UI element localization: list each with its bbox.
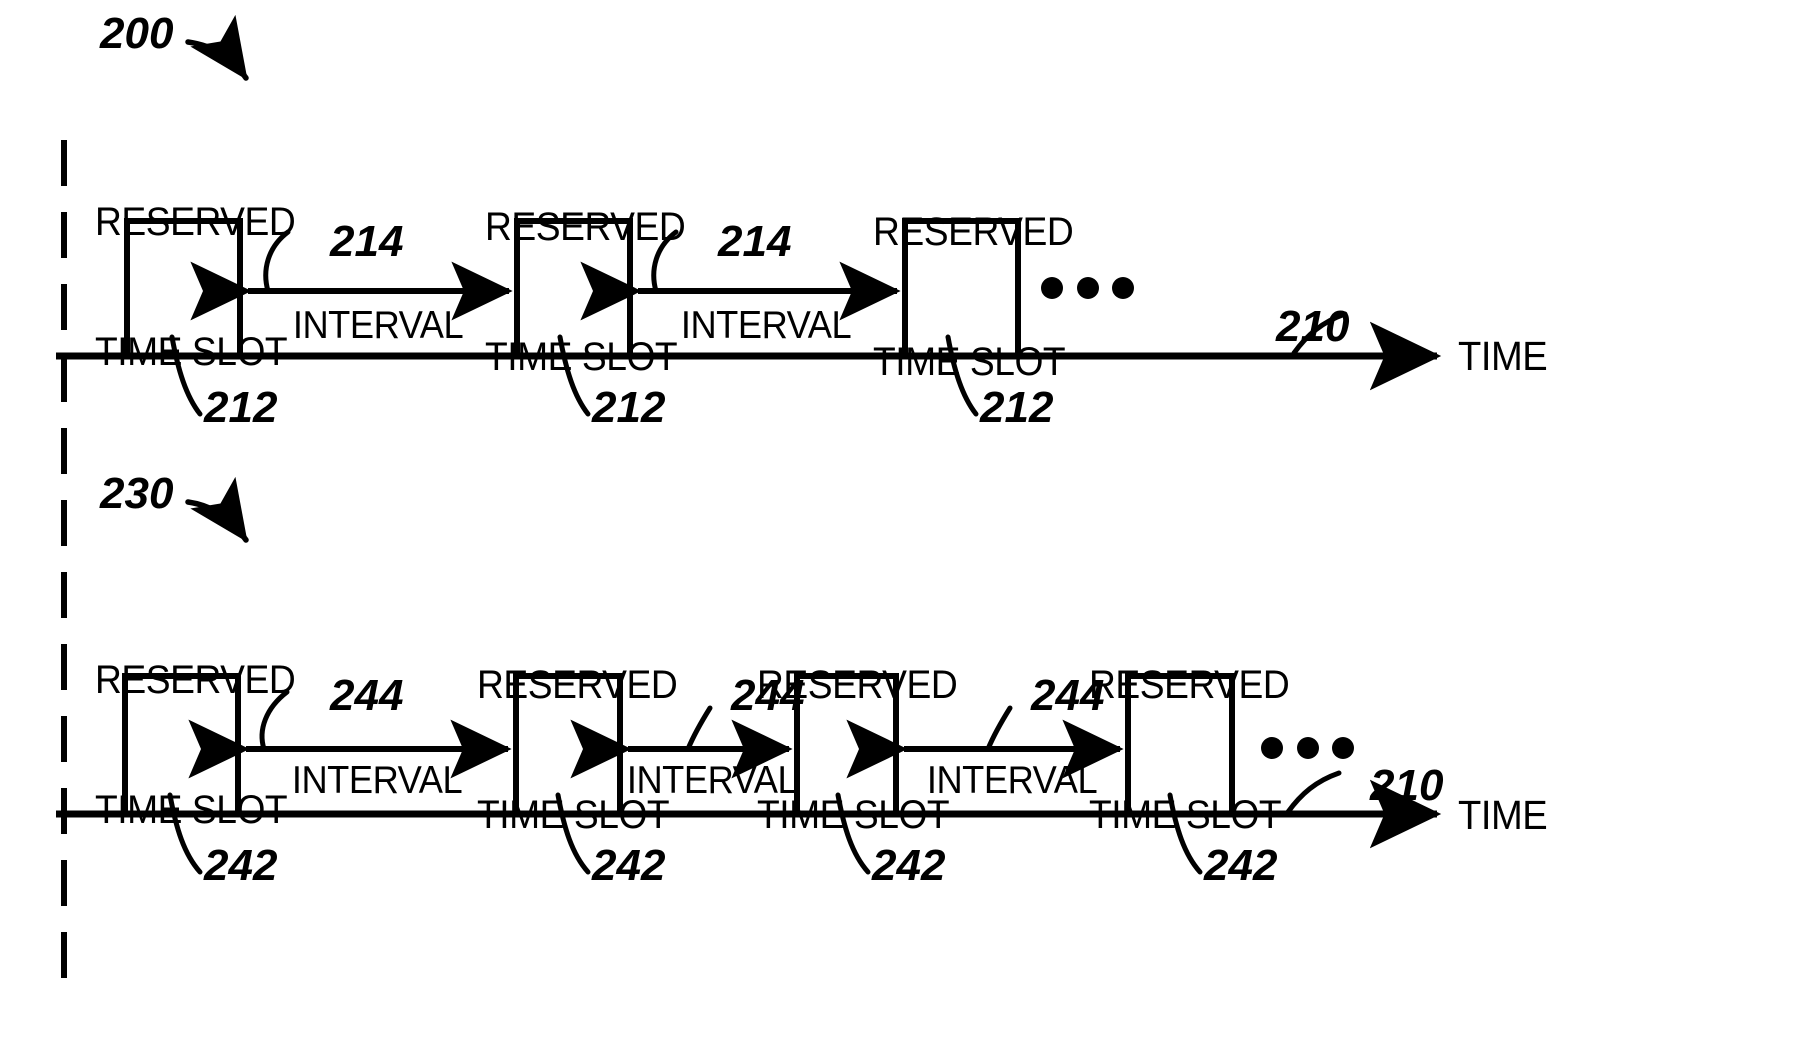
ref-numeral-242-3: 242 [872,841,946,890]
slot-caption-line2: TIME SLOT [873,339,1066,384]
interval-caption-top-2: INTERVAL [680,304,852,347]
leader-244-3 [985,705,1013,752]
ref-numeral-242-2: 242 [592,841,666,890]
time-axis-label-bottom: TIME [1458,792,1548,838]
slot-caption-line1: RESERVED [477,663,678,708]
slot-caption-line1: RESERVED [95,658,296,703]
leader-210-bottom [1285,770,1342,815]
ref-numeral-230: 230 [100,469,174,518]
ref-numeral-244-1: 244 [330,671,404,720]
ref-numeral-200: 200 [100,9,174,58]
interval-caption-bottom-2: INTERVAL [626,759,798,802]
leader-244-2 [685,705,713,752]
slot-caption-line2: TIME SLOT [1089,792,1282,837]
leader-230 [185,476,249,543]
slot-caption-line2: TIME SLOT [95,329,288,374]
slot-caption-line1: RESERVED [873,210,1074,255]
leader-200 [185,14,249,81]
interval-caption-bottom-3: INTERVAL [926,759,1098,802]
ref-numeral-212-2: 212 [592,383,666,432]
ref-numeral-242-4: 242 [1204,841,1278,890]
ref-numeral-242-1: 242 [204,841,278,890]
ref-numeral-214-2: 214 [718,217,792,266]
slot-caption-line2: TIME SLOT [485,334,678,379]
slot-caption-line1: RESERVED [1089,663,1290,708]
ref-numeral-210-top: 210 [1276,302,1350,351]
interval-caption-top-1: INTERVAL [292,304,464,347]
ref-numeral-244-3: 244 [1031,671,1105,720]
ref-numeral-212-1: 212 [204,383,278,432]
time-axis-label-top: TIME [1458,333,1548,379]
slot-caption-line2: TIME SLOT [95,787,288,832]
ref-numeral-244-2: 244 [731,671,805,720]
patent-figure: 200 RESERVED TIME SLOT RESERVED TIME SLO… [0,0,1807,1038]
ref-numeral-214-1: 214 [330,217,404,266]
ref-numeral-212-3: 212 [980,383,1054,432]
interval-caption-bottom-1: INTERVAL [291,759,463,802]
slot-caption-line1: RESERVED [95,200,296,245]
ref-numeral-210-bottom: 210 [1370,761,1444,810]
slot-caption-line1: RESERVED [485,205,686,250]
